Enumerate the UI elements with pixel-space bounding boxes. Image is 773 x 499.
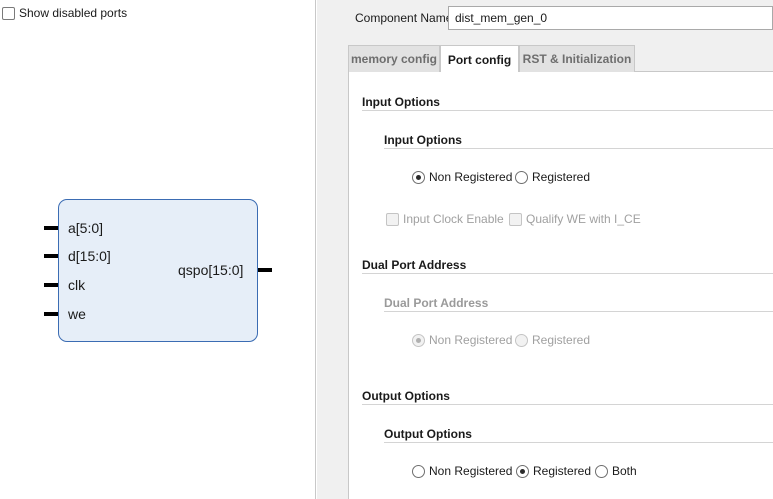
radio-button[interactable] [412,170,425,184]
pin-d [44,254,58,258]
output-registered-radio[interactable]: Registered [516,464,591,478]
ip-symbol-block: a[5:0] d[15:0] clk we qspo[15:0] [58,199,258,342]
radio-label: Both [612,464,637,478]
divider [362,273,773,274]
radio-button[interactable] [412,464,425,478]
checkbox-box[interactable] [509,212,522,226]
output-options-group-title: Output Options [384,427,472,441]
checkbox-box[interactable] [2,6,15,20]
input-clock-enable-checkbox[interactable]: Input Clock Enable [386,212,504,226]
tab-bar: memory config Port config RST & Initiali… [348,45,773,73]
input-non-registered-radio[interactable]: Non Registered [412,170,512,184]
input-registered-radio[interactable]: Registered [515,170,590,184]
input-options-section-title: Input Options [362,95,440,109]
dpa-registered-radio[interactable]: Registered [515,333,590,347]
checkbox-box[interactable] [386,212,399,226]
dual-port-address-section-title: Dual Port Address [362,258,467,272]
port-a: a[5:0] [68,220,104,236]
divider [362,110,773,111]
tab-port-config[interactable]: Port config [440,45,519,73]
symbol-panel: Show disabled ports a[5:0] d[15:0] clk w… [0,0,316,499]
checkbox-label: Qualify WE with I_CE [526,212,641,226]
radio-label: Registered [533,464,592,478]
component-name-input[interactable] [448,6,773,30]
divider [384,148,773,149]
port-clk: clk [68,277,86,293]
radio-button[interactable] [516,464,529,478]
checkbox-label: Input Clock Enable [403,212,504,226]
radio-label: Non Registered [429,170,513,184]
tab-rst-initialization[interactable]: RST & Initialization [519,45,635,72]
port-config-content: Input Options Input Options Non Register… [348,72,773,499]
dpa-non-registered-radio[interactable]: Non Registered [412,333,512,347]
radio-label: Non Registered [429,464,513,478]
tab-memory-config[interactable]: memory config [348,45,440,72]
radio-label: Registered [532,333,591,347]
port-qspo: qspo[15:0] [178,262,244,278]
port-we: we [68,306,86,322]
pin-a [44,226,58,230]
radio-label: Non Registered [429,333,513,347]
pin-we [44,312,58,316]
radio-button[interactable] [515,170,528,184]
pin-qspo [258,268,272,272]
component-name-label: Component Name [355,11,453,25]
radio-button[interactable] [515,333,528,347]
output-non-registered-radio[interactable]: Non Registered [412,464,512,478]
output-options-section-title: Output Options [362,389,450,403]
radio-button[interactable] [412,333,425,347]
config-panel: Component Name memory config Port config… [317,0,773,499]
divider [362,404,773,405]
radio-button[interactable] [595,464,608,478]
radio-label: Registered [532,170,591,184]
show-disabled-ports-checkbox[interactable]: Show disabled ports [2,6,127,20]
divider [384,442,773,443]
show-disabled-ports-label: Show disabled ports [19,6,128,20]
dual-port-address-group-title: Dual Port Address [384,296,489,310]
port-d: d[15:0] [68,248,111,264]
qualify-we-checkbox[interactable]: Qualify WE with I_CE [509,212,641,226]
output-both-radio[interactable]: Both [595,464,637,478]
input-options-group-title: Input Options [384,133,462,147]
pin-clk [44,283,58,287]
divider [384,311,773,312]
